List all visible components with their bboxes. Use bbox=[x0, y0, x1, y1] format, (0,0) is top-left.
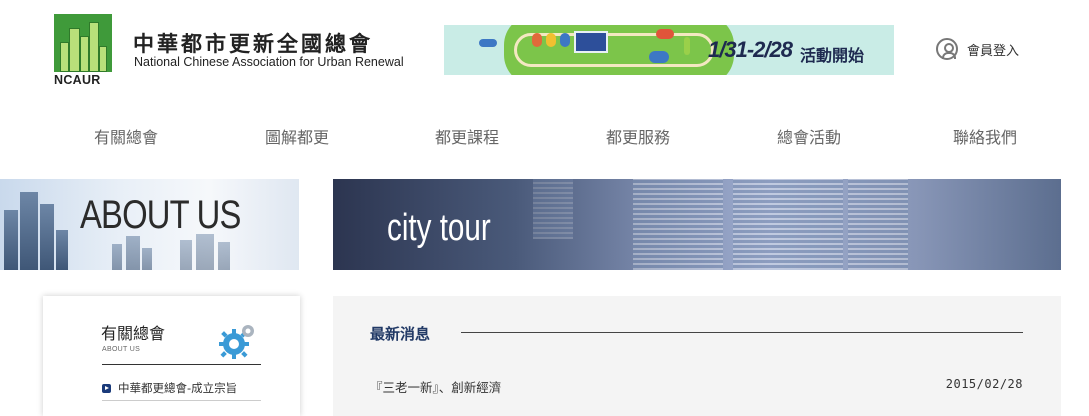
user-icon bbox=[936, 38, 958, 60]
logo-caption: NCAUR bbox=[54, 73, 101, 87]
sidebar-item-mission[interactable]: 中華都更總會-成立宗旨 bbox=[102, 380, 237, 396]
org-name-english: National Chinese Association for Urban R… bbox=[134, 55, 404, 69]
event-banner[interactable]: 1/31-2/28 活動開始 bbox=[444, 25, 894, 75]
monitor-icon bbox=[574, 31, 608, 53]
city-tour-banner: city tour bbox=[333, 179, 1061, 270]
news-date: 2015/02/28 bbox=[945, 377, 1023, 391]
about-us-heading: ABOUT US bbox=[80, 193, 241, 237]
site-header: NCAUR 中華都市更新全國總會 National Chinese Associ… bbox=[0, 0, 1089, 95]
sidebar-item-label: 中華都更總會-成立宗旨 bbox=[118, 381, 238, 395]
city-tour-heading: city tour bbox=[387, 207, 491, 249]
gear-icon bbox=[219, 325, 254, 359]
news-title: 『三老一新』、創新經濟 bbox=[370, 380, 502, 395]
logo-buildings-icon bbox=[54, 14, 112, 72]
heading-rule bbox=[461, 332, 1023, 333]
nav-item-services[interactable]: 都更服務 bbox=[606, 124, 670, 148]
banner-dates: 1/31-2/28 bbox=[708, 37, 793, 62]
latest-news-heading: 最新消息 bbox=[370, 325, 431, 343]
sidebar: 有關總會 ABOUT US 中華都更總會-成立宗旨 bbox=[43, 296, 300, 416]
login-label: 會員登入 bbox=[967, 43, 1020, 59]
nav-item-illustrated[interactable]: 圖解都更 bbox=[265, 124, 329, 148]
sidebar-divider bbox=[102, 364, 261, 365]
arrow-bullet-icon bbox=[102, 383, 111, 393]
org-name-chinese: 中華都市更新全國總會 bbox=[133, 32, 373, 56]
nav-item-activities[interactable]: 總會活動 bbox=[777, 124, 841, 148]
main-nav: 有關總會 圖解都更 都更課程 都更服務 總會活動 聯絡我們 bbox=[0, 112, 1089, 156]
member-login-link[interactable]: 會員登入 bbox=[936, 38, 1019, 60]
sidebar-title: 有關總會 bbox=[101, 324, 166, 343]
news-item[interactable]: 『三老一新』、創新經濟 2015/02/28 bbox=[370, 377, 1023, 395]
about-us-banner: ABOUT US bbox=[0, 179, 299, 270]
site-logo[interactable]: NCAUR bbox=[54, 14, 112, 87]
nav-item-contact[interactable]: 聯絡我們 bbox=[953, 124, 1017, 148]
nav-item-about[interactable]: 有關總會 bbox=[94, 124, 158, 148]
main-content: 最新消息 『三老一新』、創新經濟 2015/02/28 bbox=[333, 296, 1061, 416]
sidebar-subtitle: ABOUT US bbox=[102, 346, 141, 353]
banner-text: 活動開始 bbox=[800, 46, 865, 65]
nav-item-courses[interactable]: 都更課程 bbox=[435, 124, 499, 148]
